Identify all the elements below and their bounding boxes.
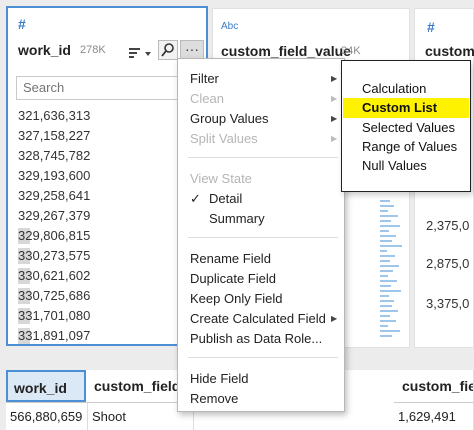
menu-item-duplicate-field[interactable]: Duplicate Field (190, 271, 276, 286)
grid-header-work-id[interactable]: work_id (6, 370, 86, 402)
menu-item-rename-field[interactable]: Rename Field (190, 251, 271, 266)
submenu-arrow-icon: ▶ (331, 94, 338, 103)
list-item[interactable]: 330,621,602 (18, 266, 90, 286)
grid-header-custom-field[interactable]: custom_field_ (396, 370, 474, 402)
submenu-arrow-icon: ▶ (331, 114, 338, 123)
menu-item-create-calculated-field[interactable]: Create Calculated Field (190, 311, 326, 326)
group-values-submenu: Calculation Custom List Selected Values … (341, 60, 471, 192)
menu-item-summary[interactable]: Summary (209, 211, 265, 226)
context-menu: Filter ▶ Clean ▶ Group Values ▶ Split Va… (177, 58, 345, 412)
submenu-item-range-of-values[interactable]: Range of Values (362, 139, 457, 154)
menu-divider (188, 237, 338, 238)
list-item[interactable]: 329,193,600 (18, 166, 90, 186)
field-name[interactable]: work_id (18, 42, 71, 58)
field-name[interactable]: custom_field_value (221, 43, 351, 59)
field-count: 34K (341, 45, 361, 57)
menu-divider (188, 357, 338, 358)
menu-item-group-values[interactable]: Group Values (190, 111, 269, 126)
menu-item-detail[interactable]: Detail (209, 191, 242, 206)
sort-icon[interactable] (128, 44, 154, 62)
value-list: 321,636,313 327,158,227 328,745,782 329,… (18, 106, 90, 346)
more-options-button[interactable]: ··· (180, 40, 204, 60)
menu-item-keep-only-field[interactable]: Keep Only Field (190, 291, 283, 306)
menu-item-clean: Clean (190, 91, 224, 106)
submenu-arrow-icon: ▶ (331, 314, 338, 323)
list-item[interactable]: 327,158,227 (18, 126, 90, 146)
field-name[interactable]: custom (425, 43, 474, 59)
submenu-arrow-icon: ▶ (331, 74, 338, 83)
list-item[interactable]: 330,273,575 (18, 246, 90, 266)
list-item[interactable]: 321,636,313 (18, 106, 90, 126)
histogram-label: 2,875,0 (426, 256, 470, 271)
list-item[interactable]: 329,267,379 (18, 206, 90, 226)
menu-item-remove[interactable]: Remove (190, 391, 238, 406)
menu-item-filter[interactable]: Filter (190, 71, 219, 86)
list-item[interactable]: 329,258,641 (18, 186, 90, 206)
number-type-icon: # (18, 16, 26, 32)
list-item[interactable]: 328,745,782 (18, 146, 90, 166)
list-item[interactable]: 331,701,080 (18, 306, 90, 326)
submenu-arrow-icon: ▶ (331, 134, 338, 143)
list-item[interactable]: 331,891,097 (18, 326, 90, 346)
field-count: 278K (80, 44, 106, 56)
menu-divider (188, 157, 338, 158)
menu-item-hide-field[interactable]: Hide Field (190, 371, 249, 386)
table-cell[interactable]: 566,880,659 (6, 402, 88, 430)
submenu-item-selected-values[interactable]: Selected Values (362, 120, 455, 135)
string-type-icon: Abc (221, 21, 239, 32)
table-cell[interactable]: 1,629,491 (394, 402, 474, 430)
checkmark-icon: ✓ (190, 191, 201, 206)
submenu-item-custom-list[interactable]: Custom List (343, 98, 469, 118)
search-field[interactable] (16, 76, 178, 100)
menu-heading-view-state: View State (190, 171, 252, 186)
menu-item-publish-data-role[interactable]: Publish as Data Role... (190, 331, 322, 346)
list-item[interactable]: 329,806,815 (18, 226, 90, 246)
distribution-bars (380, 200, 404, 345)
histogram-label: 2,375,0 (426, 218, 470, 233)
number-type-icon: # (427, 19, 435, 35)
search-icon[interactable] (158, 40, 178, 60)
submenu-item-null-values[interactable]: Null Values (362, 158, 427, 173)
histogram-label: 3,375,0 (426, 296, 470, 311)
submenu-item-calculation[interactable]: Calculation (362, 81, 426, 96)
list-item[interactable]: 330,725,686 (18, 286, 90, 306)
search-input[interactable] (23, 80, 171, 95)
menu-item-split-values: Split Values (190, 131, 258, 146)
